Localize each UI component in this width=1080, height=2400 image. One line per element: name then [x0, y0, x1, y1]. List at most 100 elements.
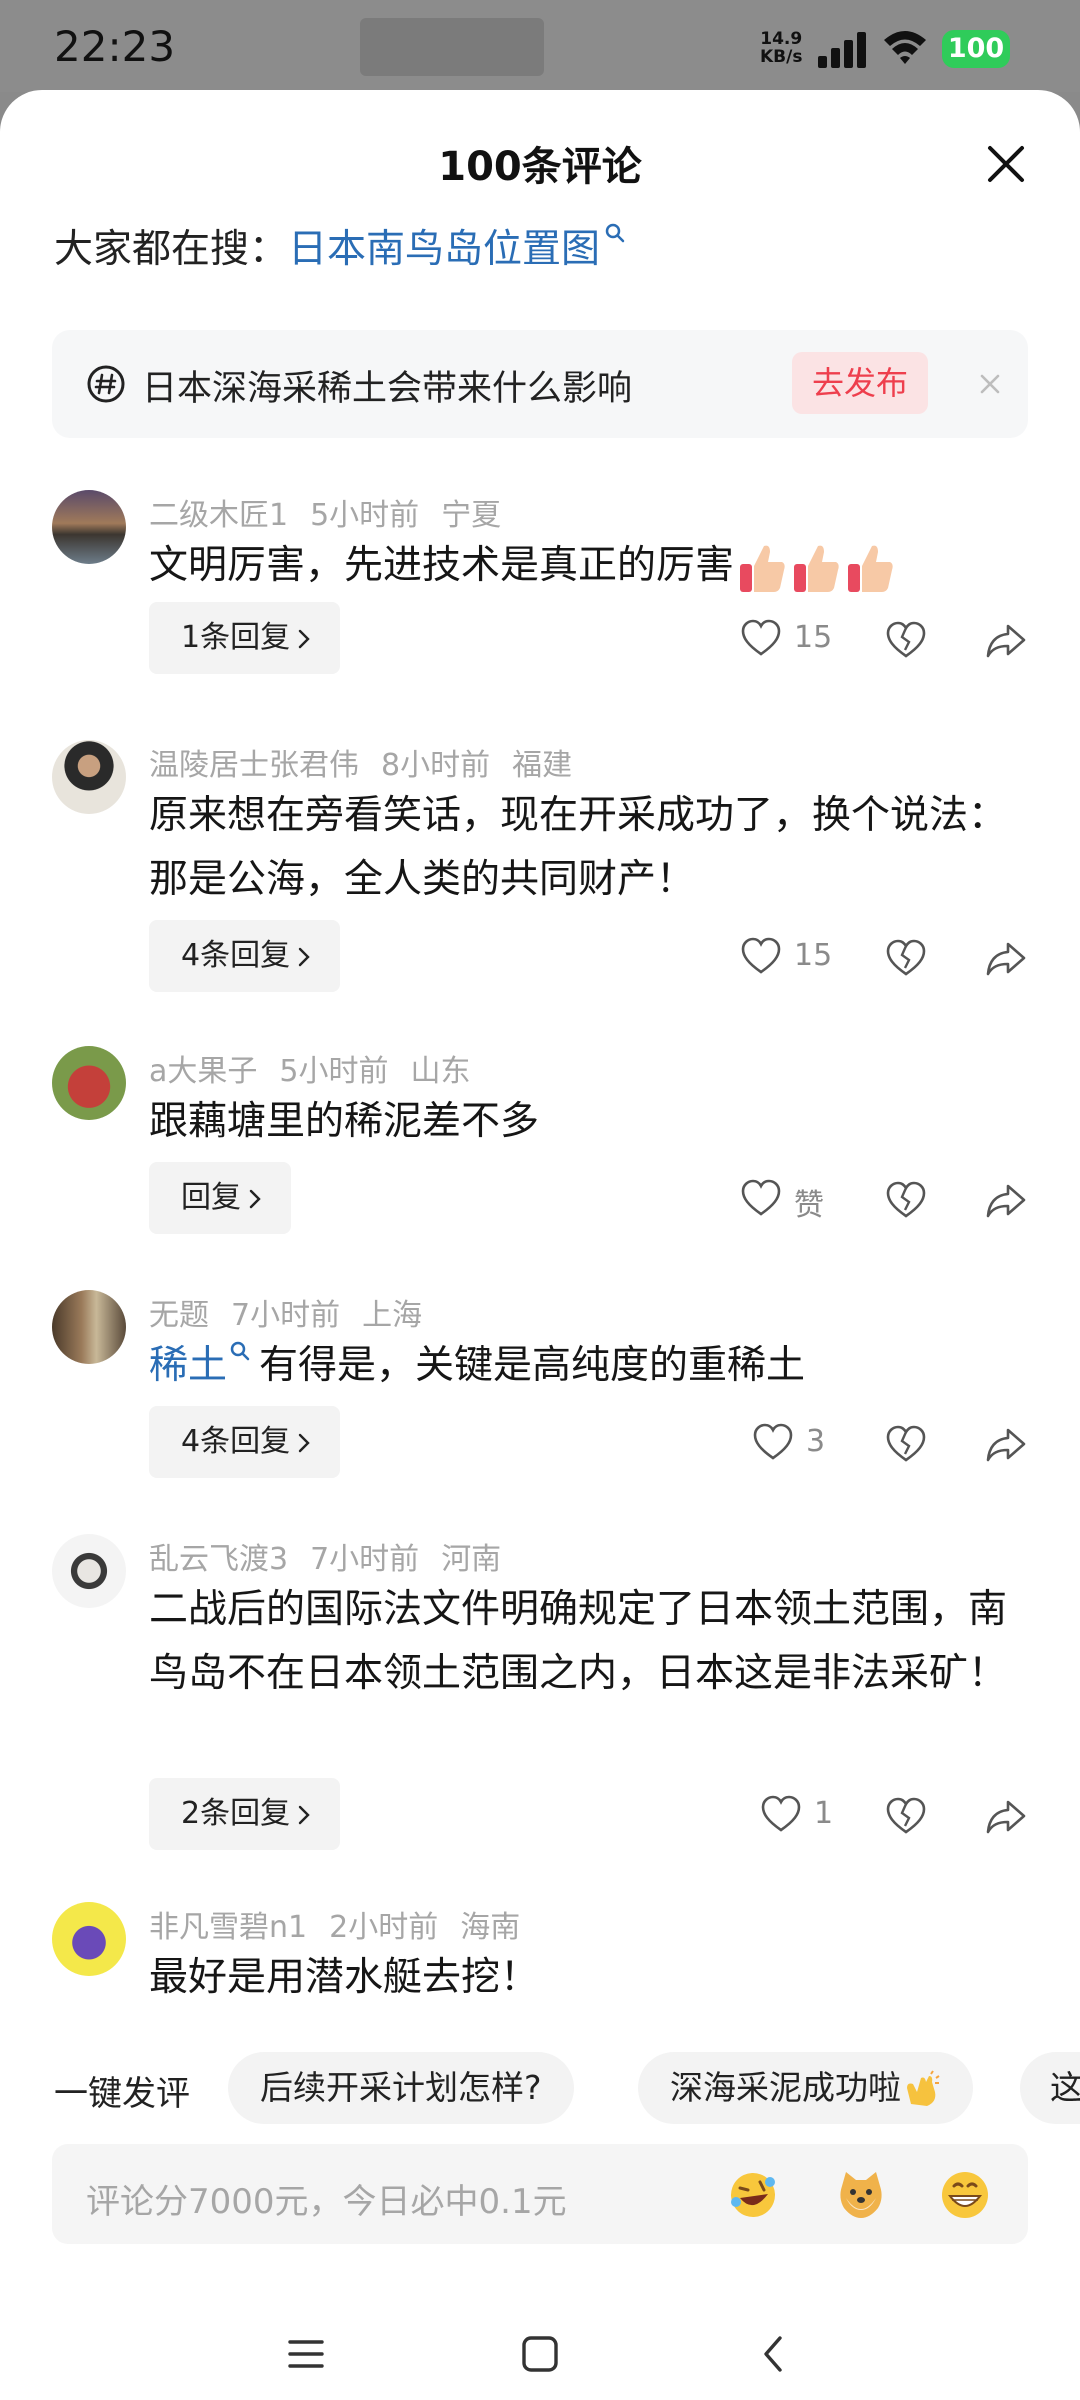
quick-comment-chip[interactable]: 深海采泥成功啦: [638, 2052, 973, 2124]
doge-emoji[interactable]: [834, 2168, 888, 2222]
reply-count-label: 2条回复: [181, 1796, 291, 1831]
comment-text: 原来想在旁看笑话，现在开采成功了，换个说法：那是公海，全人类的共同财产！: [149, 793, 1008, 902]
reply-button[interactable]: 回复: [149, 1162, 291, 1234]
comment-text: 文明厉害，先进技术是真正的厉害: [149, 534, 1009, 598]
battery-indicator: 100: [942, 30, 1010, 68]
like-button[interactable]: 15: [740, 920, 850, 992]
share-icon[interactable]: [984, 1422, 1028, 1466]
reply-count-label: 4条回复: [181, 1424, 291, 1459]
comment-text: 最好是用潜水艇去挖！: [149, 1955, 540, 2000]
system-nav-bar: [0, 2310, 1080, 2400]
status-bar: 22:23 14.9 KB/s 100: [0, 0, 1080, 92]
back-icon[interactable]: [752, 2332, 796, 2376]
chevron-right-icon: [298, 1433, 310, 1452]
view-replies-button[interactable]: 4条回复: [149, 1406, 341, 1478]
comment-time: 7小时前: [310, 1542, 420, 1577]
trending-search-label: 大家都在搜：: [54, 227, 289, 272]
heart-icon: [741, 1179, 781, 1216]
comment-text: 稀土 有得是，关键是高纯度的重稀土: [149, 1334, 1009, 1398]
menu-icon[interactable]: [284, 2332, 328, 2376]
reply-label: 回复: [181, 1180, 241, 1215]
avatar[interactable]: [52, 490, 126, 564]
view-replies-button[interactable]: 2条回复: [149, 1778, 341, 1850]
comments-sheet: 100条评论 大家都在搜：日本南鸟岛位置图 日本深海采稀土会带来什么影响 去发布…: [0, 90, 1080, 2400]
broken-heart-icon[interactable]: [884, 1178, 928, 1222]
broken-heart-icon[interactable]: [884, 936, 928, 980]
comment-region: 海南: [460, 1910, 521, 1945]
heart-icon: [761, 1795, 801, 1832]
like-count: 15: [794, 938, 833, 973]
quick-comment-row: 一键发评 后续开采计划怎样? 深海采泥成功啦 这: [0, 2052, 1080, 2124]
comment-meta: a大果子 5小时前 山东: [149, 1046, 492, 1090]
share-icon[interactable]: [984, 1178, 1028, 1222]
home-icon[interactable]: [518, 2332, 562, 2376]
chevron-right-icon: [249, 1189, 261, 1208]
wifi-icon: [884, 31, 926, 64]
comment-region: 上海: [362, 1298, 423, 1333]
keyword-link[interactable]: 稀土: [149, 1343, 227, 1388]
comment-username[interactable]: 乱云飞渡3: [149, 1542, 288, 1577]
comment-time: 5小时前: [310, 498, 420, 533]
chevron-right-icon: [298, 1805, 310, 1824]
quick-comment-label: 一键发评: [54, 2074, 190, 2114]
avatar[interactable]: [52, 1902, 126, 1976]
hashtag-icon: [87, 365, 125, 403]
like-count: 15: [794, 620, 833, 655]
avatar[interactable]: [52, 740, 126, 814]
chevron-right-icon: [298, 947, 310, 966]
comment-username[interactable]: a大果子: [149, 1054, 257, 1089]
thumbs-up-emoji: [794, 545, 839, 592]
like-count: 赞: [794, 1188, 824, 1223]
close-icon[interactable]: [984, 142, 1028, 186]
close-icon[interactable]: [972, 366, 1008, 402]
broken-heart-icon[interactable]: [884, 618, 928, 662]
share-icon[interactable]: [984, 618, 1028, 662]
like-button[interactable]: 1: [760, 1778, 870, 1850]
share-icon[interactable]: [984, 936, 1028, 980]
net-speed-value: 14.9: [760, 29, 803, 49]
signal-icon: [818, 32, 870, 68]
avatar[interactable]: [52, 1290, 126, 1364]
search-icon: [230, 1341, 250, 1361]
quick-comment-chip[interactable]: 后续开采计划怎样?: [228, 2052, 574, 2124]
broken-heart-icon[interactable]: [884, 1422, 928, 1466]
broken-heart-icon[interactable]: [884, 1794, 928, 1838]
comment-username[interactable]: 无题: [149, 1298, 209, 1333]
thumbs-up-emoji: [848, 545, 893, 592]
comment-time: 8小时前: [381, 748, 491, 783]
avatar[interactable]: [52, 1534, 126, 1608]
comment-username[interactable]: 非凡雪碧n1: [149, 1910, 307, 1945]
publish-topic-button[interactable]: 去发布: [792, 352, 928, 414]
quick-comment-chip[interactable]: 这: [1020, 2052, 1080, 2124]
trending-search-link[interactable]: 日本南鸟岛位置图: [288, 227, 600, 272]
comment-text-content: 有得是，关键是高纯度的重稀土: [259, 1343, 806, 1388]
heart-icon: [753, 1423, 793, 1460]
camera-pill: [360, 18, 544, 76]
comment-input[interactable]: 评论分7000元，今日必中0.1元: [52, 2144, 1028, 2244]
clap-emoji: [907, 2069, 940, 2106]
grin-emoji[interactable]: [938, 2168, 992, 2222]
share-icon[interactable]: [984, 1794, 1028, 1838]
rolling-laugh-emoji[interactable]: [726, 2168, 780, 2222]
view-replies-button[interactable]: 4条回复: [149, 920, 341, 992]
net-speed-unit: KB/s: [760, 47, 803, 67]
comment-username[interactable]: 二级木匠1: [149, 498, 288, 533]
like-button[interactable]: 3: [752, 1406, 862, 1478]
comment-username[interactable]: 温陵居士张君伟: [149, 748, 359, 783]
sheet-title: 100条评论: [438, 144, 642, 190]
like-button[interactable]: 赞: [740, 1162, 850, 1234]
reply-count-label: 1条回复: [181, 620, 291, 655]
status-time: 22:23: [54, 22, 176, 71]
avatar[interactable]: [52, 1046, 126, 1120]
topic-suggestion-card[interactable]: 日本深海采稀土会带来什么影响 去发布: [52, 330, 1028, 438]
comment-input-placeholder: 评论分7000元，今日必中0.1元: [86, 2182, 567, 2222]
comment-meta: 二级木匠1 5小时前 宁夏: [149, 490, 523, 534]
comment-region: 宁夏: [441, 498, 502, 533]
comment-time: 2小时前: [329, 1910, 439, 1945]
comment-region: 福建: [512, 748, 573, 783]
thumbs-up-emoji: [740, 545, 785, 592]
comment-region: 河南: [441, 1542, 502, 1577]
like-button[interactable]: 15: [740, 602, 850, 674]
view-replies-button[interactable]: 1条回复: [149, 602, 341, 674]
heart-icon: [741, 619, 781, 656]
